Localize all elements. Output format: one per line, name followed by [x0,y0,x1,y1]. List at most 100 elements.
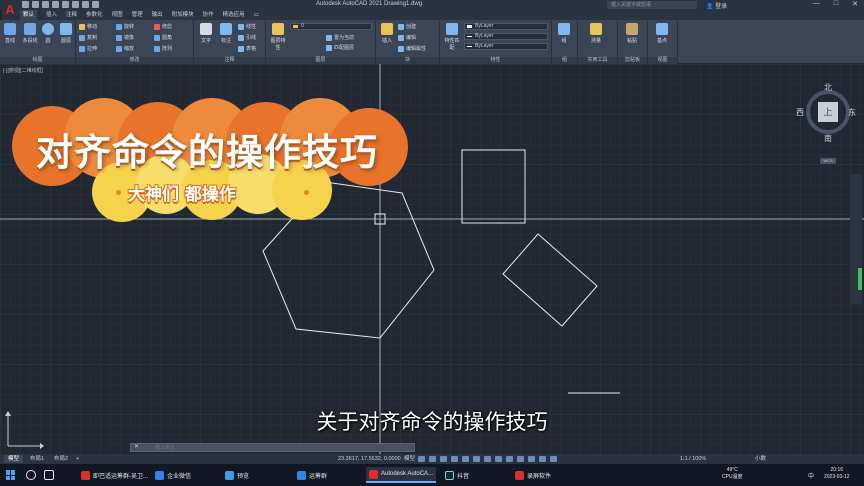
taskbar-app-recorder[interactable]: 录屏软件 [512,467,554,483]
tab-layout2[interactable]: 布局2 [50,455,72,463]
measure-button[interactable]: 测量 [588,23,604,44]
dimension-button[interactable]: 标注 [218,23,234,44]
login-button[interactable]: 👤 登录 [706,1,727,10]
linear-button[interactable]: 线性 [238,23,256,30]
leader-button[interactable]: 引线 [238,34,256,41]
search-input[interactable]: 键入关键字或短语 [607,1,697,9]
autocad-logo-icon[interactable]: A [2,0,18,20]
color-dropdown[interactable]: ByLayer [464,23,548,30]
osnap-icon[interactable] [462,456,469,462]
layer-properties-button[interactable]: 图层特性 [269,23,287,51]
arc-button[interactable]: 圆弧 [58,23,74,44]
mirror-button[interactable]: 镜像 [116,34,134,41]
circle-button[interactable]: 圆 [40,23,56,44]
print-icon[interactable] [62,1,69,8]
line-button[interactable]: 直线 [2,23,18,44]
add-layout-button[interactable]: + [72,455,83,463]
taskbar-search-icon[interactable] [26,470,36,480]
taskbar-app-wecom[interactable]: 企业微信 [152,467,194,483]
close-button[interactable]: ✕ [852,0,858,8]
paste-button[interactable]: 粘贴 [624,23,640,44]
lineweight-dropdown[interactable]: ByLayer [464,43,548,50]
open-file-icon[interactable] [32,1,39,8]
move-button[interactable]: 移动 [79,23,97,30]
edit-block-button[interactable]: 编辑 [398,34,416,41]
tab-panel-toggle[interactable]: ▭ [254,10,259,20]
rectangle-shape[interactable] [461,149,526,224]
model-space-toggle[interactable]: 模型 [404,455,415,463]
lineweight-toggle-icon[interactable] [484,456,491,462]
cursor-coordinates[interactable]: 23.3617, 17.5632, 0.0000 [338,455,401,463]
system-clock[interactable]: 20:16 2023-03-12 [824,467,850,481]
compass-south[interactable]: 南 [824,133,832,144]
match-properties-button[interactable]: 特性匹配 [443,23,461,51]
tab-addins[interactable]: 附加模块 [172,10,194,20]
tab-output[interactable]: 输出 [152,10,163,20]
taskbar-app-douyin[interactable]: 抖音 [442,467,472,483]
task-view-icon[interactable] [44,470,54,480]
rotate-button[interactable]: 旋转 [116,23,134,30]
annotation-scale[interactable]: 1:1 / 100% [680,455,706,463]
copy-button[interactable]: 复制 [79,34,97,41]
input-language[interactable]: 中 [808,471,814,480]
grid-icon[interactable] [418,456,425,462]
share-icon[interactable] [92,1,99,8]
compass-north[interactable]: 北 [824,82,832,93]
view-cube-face-top[interactable]: 上 [818,102,838,122]
undo-icon[interactable] [72,1,79,8]
tab-view[interactable]: 视图 [112,10,123,20]
trim-button[interactable]: 修剪 [154,23,172,30]
tab-annotate[interactable]: 注释 [66,10,77,20]
save-as-icon[interactable] [52,1,59,8]
taskbar-app-wps[interactable]: 即巴适运筹群-吴卫... [78,467,151,483]
tab-featured-apps[interactable]: 精选应用 [223,10,245,20]
command-close-icon[interactable]: ✕ [134,444,139,451]
taskbar-app-group[interactable]: 运筹群 [294,467,330,483]
tab-insert[interactable]: 插入 [46,10,57,20]
compass-west[interactable]: 西 [796,107,804,118]
polyline-button[interactable]: 多段线 [20,23,40,44]
stretch-button[interactable]: 拉伸 [79,45,97,52]
workspace-icon[interactable] [550,456,557,462]
ucs-toggle-icon[interactable] [517,456,524,462]
wcs-menu[interactable]: WCS [820,158,836,164]
tab-model[interactable]: 模型 [4,455,24,463]
otrack-icon[interactable] [473,456,480,462]
save-icon[interactable] [42,1,49,8]
units-dropdown[interactable]: 小数 [755,455,766,463]
windows-start-icon[interactable] [6,470,16,480]
maximize-button[interactable]: □ [834,0,838,8]
annotation-monitor-icon[interactable] [528,456,535,462]
transparency-icon[interactable] [495,456,502,462]
tab-home[interactable]: 默认 [20,10,38,20]
group-button[interactable]: 组 [556,23,572,44]
snap-icon[interactable] [429,456,436,462]
tab-manage[interactable]: 管理 [132,10,143,20]
tab-parametric[interactable]: 参数化 [86,10,103,20]
scale-button[interactable]: 缩放 [116,45,134,52]
insert-button[interactable]: 插入 [379,23,395,44]
fillet-button[interactable]: 圆角 [154,34,172,41]
cpu-temperature[interactable]: 49°C CPU温度 [722,467,743,481]
create-block-button[interactable]: 创建 [398,23,416,30]
command-input[interactable] [155,444,405,451]
ortho-icon[interactable] [440,456,447,462]
base-point-button[interactable]: 基点 [654,23,670,44]
tab-layout1[interactable]: 布局1 [26,455,48,463]
view-cube[interactable]: 上 北 南 东 西 WCS [796,80,858,166]
linetype-dropdown[interactable]: ByLayer [464,33,548,40]
tab-collaborate[interactable]: 协作 [203,10,214,20]
taskbar-app-preview[interactable]: 预览 [222,467,252,483]
selection-cycling-icon[interactable] [506,456,513,462]
minimize-button[interactable]: — [813,0,820,8]
taskbar-app-autocad[interactable]: Autodesk AutoCA... [366,467,437,483]
set-current-button[interactable]: 置为当前 [326,34,354,41]
layer-dropdown[interactable]: 0 [290,23,372,30]
new-file-icon[interactable] [22,1,29,8]
table-button[interactable]: 表格 [238,45,256,52]
compass-east[interactable]: 东 [848,107,856,118]
edit-attributes-button[interactable]: 编辑属性 [398,45,426,52]
isolate-icon[interactable] [539,456,546,462]
rotated-rectangle-shape[interactable] [502,233,598,327]
text-button[interactable]: 文字 [198,23,214,44]
